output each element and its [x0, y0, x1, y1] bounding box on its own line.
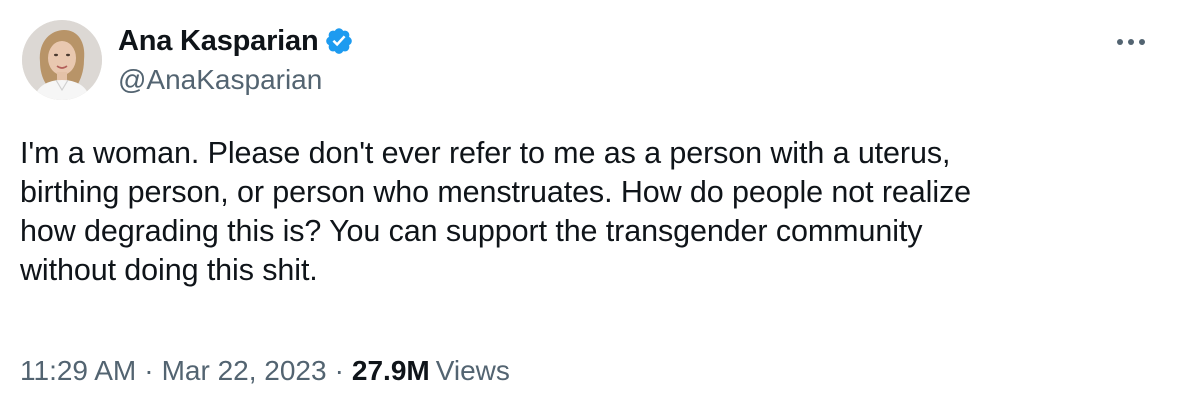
- user-handle[interactable]: @AnaKasparian: [118, 64, 354, 96]
- tweet-card: Ana Kasparian @AnaKasparian I'm a woman.…: [0, 0, 1184, 396]
- tweet-date[interactable]: Mar 22, 2023: [162, 355, 327, 387]
- meta-separator: ·: [334, 355, 344, 386]
- meta-separator: ·: [144, 355, 154, 386]
- avatar-image: [22, 20, 102, 100]
- tweet-time[interactable]: 11:29 AM: [20, 355, 136, 387]
- name-row: Ana Kasparian: [118, 24, 354, 58]
- tweet-meta: 11:29 AM · Mar 22, 2023 · 27.9M Views: [20, 355, 510, 387]
- author-info: Ana Kasparian @AnaKasparian: [118, 24, 354, 96]
- avatar[interactable]: [22, 20, 102, 100]
- views-count: 27.9M: [351, 355, 430, 386]
- more-options-button[interactable]: [1108, 22, 1154, 62]
- tweet-text: I'm a woman. Please don't ever refer to …: [20, 136, 972, 287]
- verified-badge-icon[interactable]: [324, 26, 354, 56]
- more-horizontal-icon: [1117, 39, 1145, 45]
- views-label: Views: [435, 355, 510, 386]
- display-name[interactable]: Ana Kasparian: [118, 25, 319, 58]
